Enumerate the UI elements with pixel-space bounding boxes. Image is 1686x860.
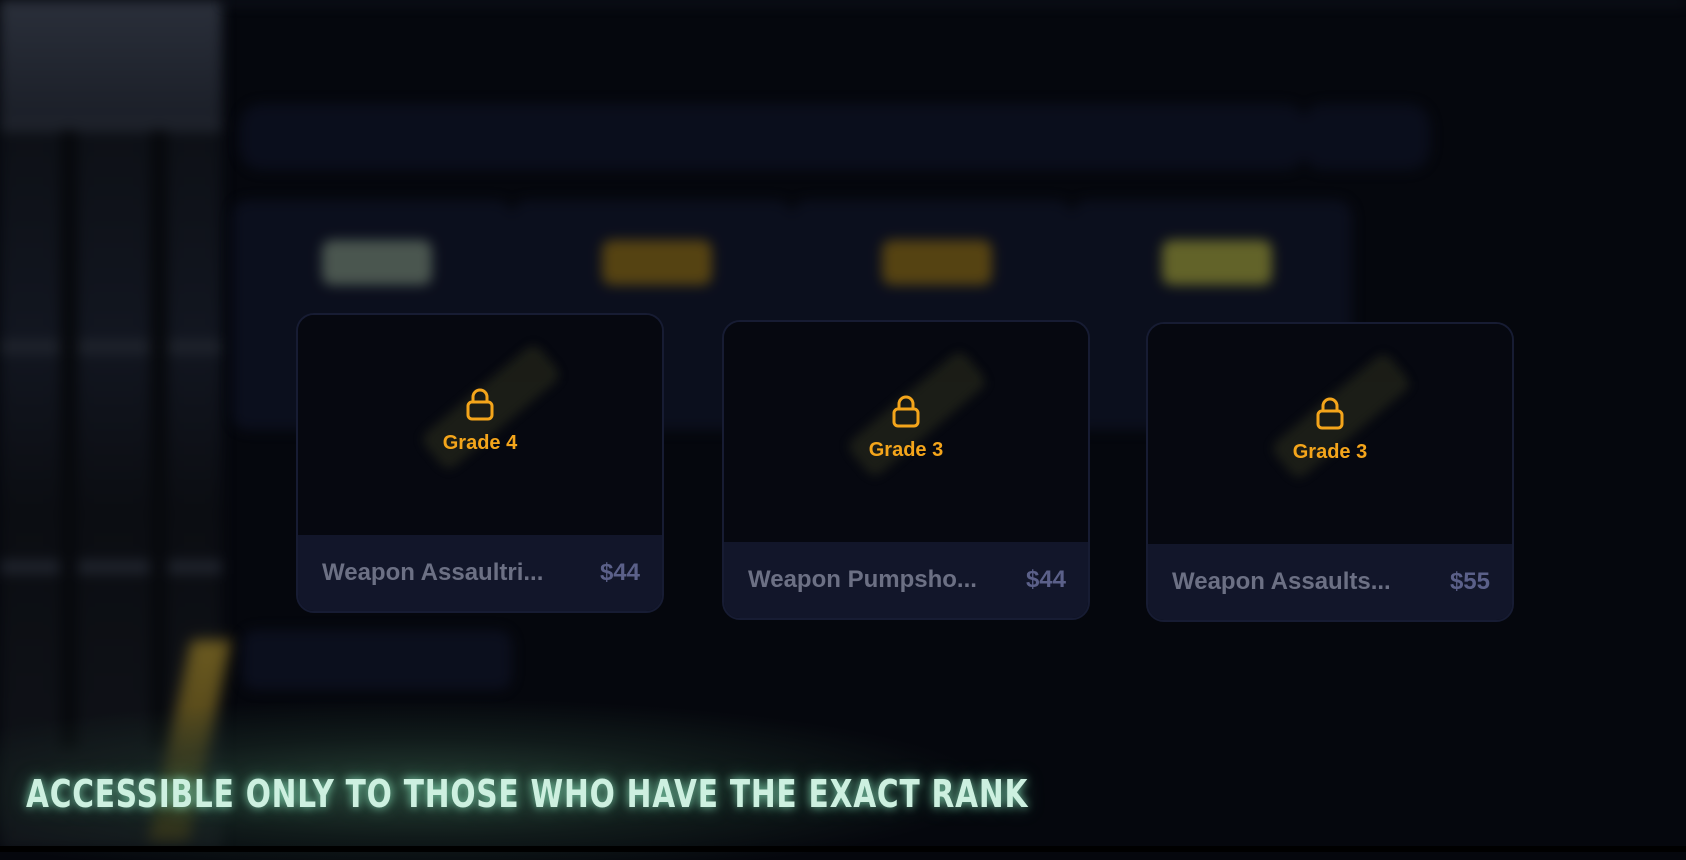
lock-icon xyxy=(1316,397,1344,430)
locked-item-card[interactable]: Grade 3 Weapon Assaults... $55 xyxy=(1146,322,1514,622)
locked-item-card[interactable]: Grade 3 Weapon Pumpsho... $44 xyxy=(722,320,1090,620)
item-name: Weapon Pumpsho... xyxy=(748,566,977,593)
grade-requirement: Grade 4 xyxy=(442,432,518,454)
item-image xyxy=(724,322,1088,544)
item-name: Weapon Assaults... xyxy=(1172,568,1391,595)
bottom-edge xyxy=(0,846,1686,852)
item-name: Weapon Assaultri... xyxy=(322,559,544,586)
item-image xyxy=(1148,324,1512,546)
search-input xyxy=(240,104,1306,170)
bg-item-card xyxy=(242,630,512,690)
caption-text: ACCESSIBLE ONLY TO THOSE WHO HAVE THE EX… xyxy=(26,772,1029,816)
locked-item-card[interactable]: Grade 4 Weapon Assaultri... $44 xyxy=(296,313,664,613)
grade-requirement: Grade 3 xyxy=(868,439,944,461)
card-footer: Weapon Assaultri... $44 xyxy=(298,535,662,611)
lock-icon xyxy=(892,395,920,428)
item-price: $55 xyxy=(1449,568,1490,595)
grade-requirement: Grade 3 xyxy=(1292,441,1368,463)
card-footer: Weapon Pumpsho... $44 xyxy=(724,542,1088,618)
card-footer: Weapon Assaults... $55 xyxy=(1148,544,1512,620)
item-price: $44 xyxy=(599,559,640,586)
item-image xyxy=(298,315,662,537)
sort-select xyxy=(1302,104,1430,170)
item-price: $44 xyxy=(1025,566,1066,593)
lock-icon xyxy=(466,388,494,421)
